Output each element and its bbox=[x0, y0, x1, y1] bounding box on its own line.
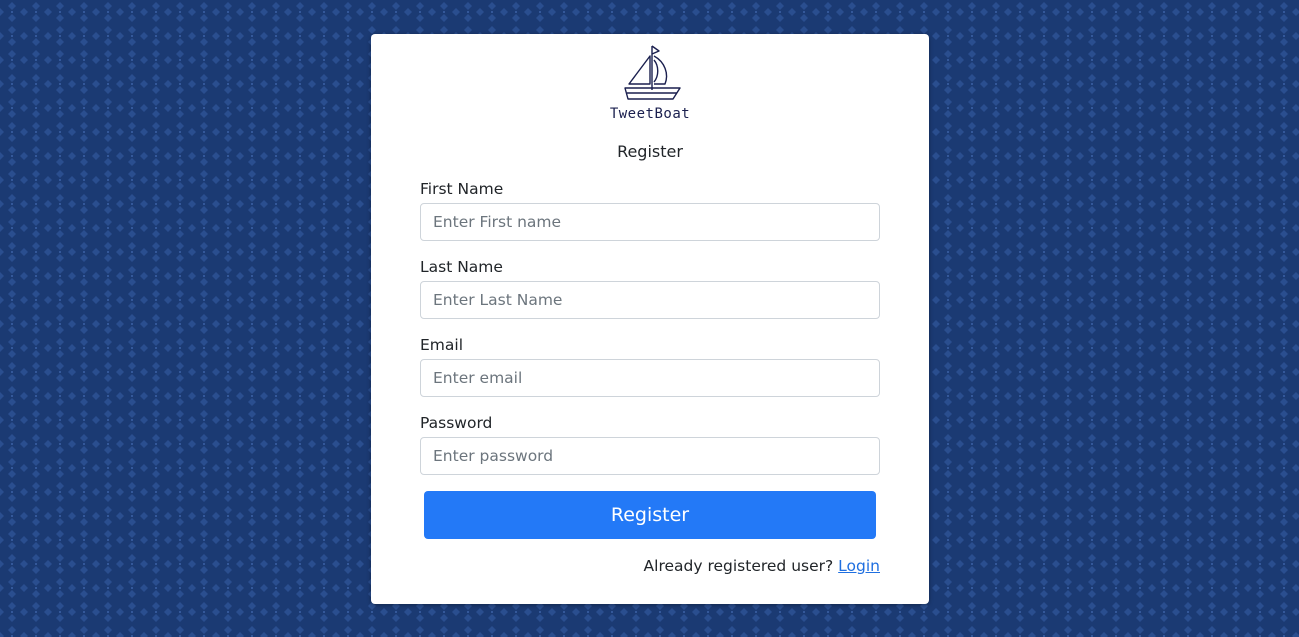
register-card: TweetBoat Register First Name Last Name … bbox=[371, 34, 929, 604]
first-name-input[interactable] bbox=[420, 203, 880, 241]
password-input[interactable] bbox=[420, 437, 880, 475]
last-name-input[interactable] bbox=[420, 281, 880, 319]
email-input[interactable] bbox=[420, 359, 880, 397]
sailboat-icon bbox=[624, 45, 681, 100]
brand-name: TweetBoat bbox=[609, 106, 691, 122]
last-name-label: Last Name bbox=[420, 258, 503, 276]
password-label: Password bbox=[420, 414, 493, 432]
first-name-label: First Name bbox=[420, 180, 504, 198]
email-label: Email bbox=[420, 336, 464, 354]
login-link[interactable]: Login bbox=[838, 557, 880, 575]
form-title: Register bbox=[617, 142, 683, 161]
brand-logo: TweetBoat bbox=[371, 44, 929, 124]
register-button[interactable]: Register bbox=[424, 491, 876, 539]
login-prompt-text: Already registered user? bbox=[643, 557, 834, 575]
login-prompt: Already registered user? Login bbox=[644, 557, 880, 575]
